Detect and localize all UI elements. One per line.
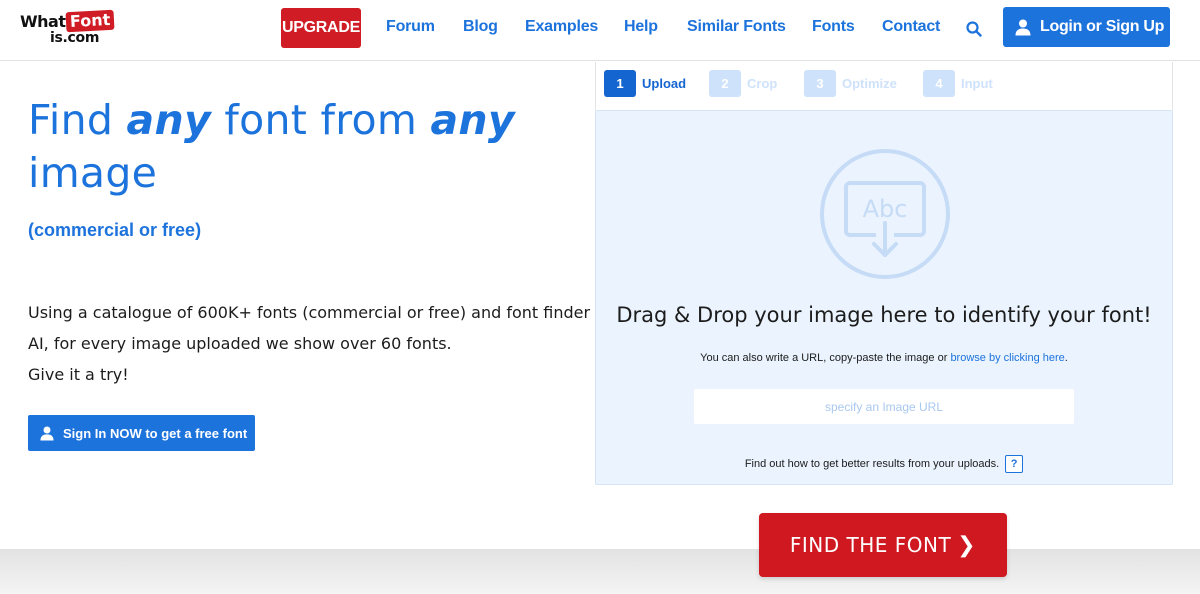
browse-link[interactable]: browse by clicking here [950, 352, 1064, 364]
nav-examples[interactable]: Examples [525, 18, 598, 36]
step-label: Upload [642, 76, 687, 91]
upgrade-button[interactable]: UPGRADE [281, 8, 361, 48]
signin-free-font-button[interactable]: Sign In NOW to get a free font [28, 415, 255, 451]
login-signup-label: Login or Sign Up [1040, 18, 1165, 35]
nav-fonts[interactable]: Fonts [812, 18, 855, 36]
image-drop-zone[interactable]: Abc Drag & Drop your image here to ident… [595, 110, 1173, 485]
login-signup-button[interactable]: Login or Sign Up [1003, 7, 1170, 47]
logo-domain: is.com [50, 30, 100, 46]
upload-steps: 1 Upload 2 Crop 3 Optimize 4 Input [595, 62, 1173, 110]
hero-description: Using a catalogue of 600K+ fonts (commer… [28, 297, 591, 390]
step-label: Input [961, 76, 993, 91]
step-upload[interactable]: 1 Upload [604, 70, 686, 97]
step-input[interactable]: 4 Input [923, 70, 993, 97]
user-icon [1015, 19, 1031, 35]
step-number: 2 [709, 70, 741, 97]
hero-title: Find any font from any image [28, 96, 515, 197]
logo-what: What [20, 11, 66, 31]
nav-forum[interactable]: Forum [386, 18, 435, 36]
nav-contact[interactable]: Contact [882, 18, 940, 36]
bottom-band [0, 549, 1200, 594]
search-icon[interactable] [965, 20, 983, 38]
drop-note: You can also write a URL, copy-paste the… [700, 352, 1068, 364]
hero-desc-line-3: Give it a try! [28, 365, 129, 384]
hero-desc-line-2: AI, for every image uploaded we show ove… [28, 334, 452, 353]
nav-similar-fonts[interactable]: Similar Fonts [687, 18, 786, 36]
nav-help[interactable]: Help [624, 18, 658, 36]
step-label: Crop [747, 76, 778, 91]
step-number: 4 [923, 70, 955, 97]
find-the-font-button[interactable]: FIND THE FONT ❯ [759, 513, 1007, 577]
user-icon [40, 426, 54, 440]
better-results-tip: Find out how to get better results from … [596, 455, 1172, 473]
site-logo[interactable]: What Font is.com [20, 9, 124, 49]
step-label: Optimize [842, 76, 897, 91]
chevron-right-icon: ❯ [957, 532, 977, 558]
image-url-input[interactable] [694, 389, 1074, 424]
signin-free-font-label: Sign In NOW to get a free font [63, 425, 248, 441]
help-icon[interactable]: ? [1005, 455, 1024, 473]
step-crop[interactable]: 2 Crop [709, 70, 777, 97]
hero-desc-line-1: Using a catalogue of 600K+ fonts (commer… [28, 303, 591, 322]
site-header: What Font is.com UPGRADE Forum Blog Exam… [0, 0, 1200, 61]
step-number: 1 [604, 70, 636, 97]
step-optimize[interactable]: 3 Optimize [804, 70, 897, 97]
step-number: 3 [804, 70, 836, 97]
nav-blog[interactable]: Blog [463, 18, 498, 36]
logo-font: Font [65, 9, 116, 33]
upload-icon-text: Abc [863, 195, 908, 223]
find-the-font-label: FIND THE FONT [789, 533, 952, 557]
upload-image-icon: Abc [820, 149, 950, 279]
tips-text: Find out how to get better results from … [744, 458, 1000, 470]
drop-title: Drag & Drop your image here to identify … [616, 303, 1152, 327]
hero-subtitle: (commercial or free) [28, 220, 202, 240]
